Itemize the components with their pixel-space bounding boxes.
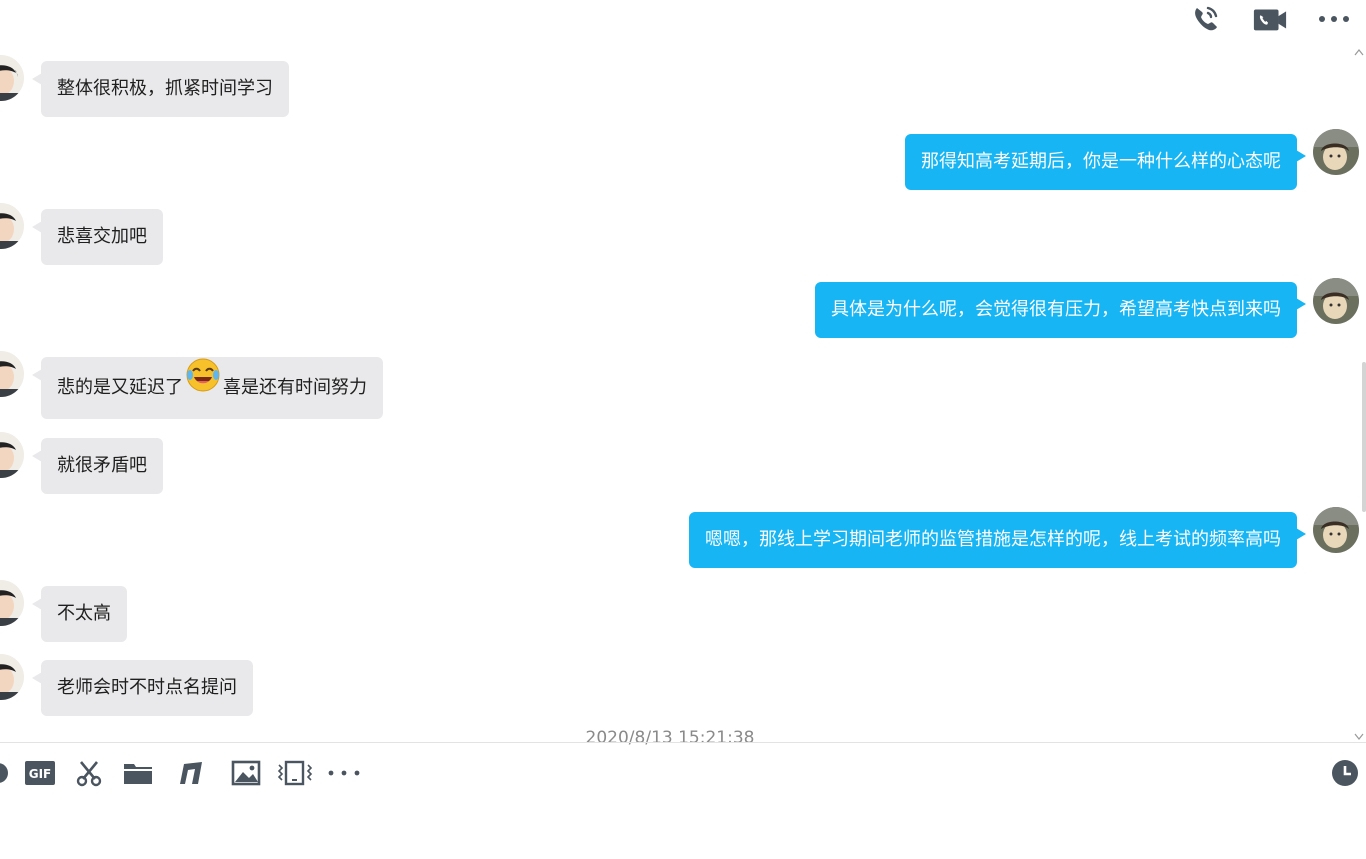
message-text: 就很矛盾吧 xyxy=(57,455,147,476)
message-input[interactable] xyxy=(0,796,1366,859)
emoji-icon[interactable] xyxy=(0,756,10,790)
my-avatar[interactable] xyxy=(1313,507,1359,553)
music-icon[interactable] xyxy=(176,756,206,790)
message-text: 整体很积极，抓紧时间学习 xyxy=(57,78,273,99)
input-divider xyxy=(0,742,1366,743)
scrollbar-thumb[interactable] xyxy=(1362,362,1366,512)
more-icon[interactable] xyxy=(326,756,362,790)
message-text: 具体是为什么呢，会觉得很有压力，希望高考快点到来吗 xyxy=(831,299,1281,320)
message-text: 嗯嗯，那线上学习期间老师的监管措施是怎样的呢，线上考试的频率高吗 xyxy=(705,529,1281,550)
message-text: 悲的是又延迟了 xyxy=(57,377,183,398)
scroll-up-arrow-icon[interactable] xyxy=(1354,44,1364,56)
message-bubble-outgoing[interactable]: 嗯嗯，那线上学习期间老师的监管措施是怎样的呢，线上考试的频率高吗 xyxy=(689,512,1306,568)
message-bubble-outgoing[interactable]: 那得知高考延期后，你是一种什么样的心态呢 xyxy=(905,134,1306,190)
scissors-icon[interactable] xyxy=(74,756,104,790)
contact-avatar[interactable] xyxy=(0,432,24,478)
message-timestamp: 2020/8/13 15:21:38 xyxy=(585,728,755,748)
folder-icon[interactable] xyxy=(122,756,154,790)
contact-avatar[interactable] xyxy=(0,654,24,700)
composer-toolbar: GIF xyxy=(0,750,1366,796)
my-avatar[interactable] xyxy=(1313,129,1359,175)
message-bubble-incoming[interactable]: 悲喜交加吧 xyxy=(32,209,163,265)
message-text: 老师会时不时点名提问 xyxy=(57,677,237,698)
more-icon[interactable] xyxy=(1316,2,1352,36)
message-bubble-incoming[interactable]: 老师会时不时点名提问 xyxy=(32,660,253,716)
phone-call-icon[interactable] xyxy=(1188,2,1224,36)
contact-avatar[interactable] xyxy=(0,55,24,101)
my-avatar[interactable] xyxy=(1313,278,1359,324)
image-icon[interactable] xyxy=(230,756,262,790)
message-bubble-incoming[interactable]: 悲的是又延迟了 喜是还有时间努力 xyxy=(32,357,383,419)
message-bubble-incoming[interactable]: 就很矛盾吧 xyxy=(32,438,163,494)
history-icon[interactable] xyxy=(1330,756,1360,790)
contact-avatar[interactable] xyxy=(0,351,24,397)
message-text: 喜是还有时间努力 xyxy=(223,377,367,398)
message-text: 悲喜交加吧 xyxy=(57,226,147,247)
message-bubble-incoming[interactable]: 不太高 xyxy=(32,586,127,642)
message-bubble-incoming[interactable]: 整体很积极，抓紧时间学习 xyxy=(32,61,289,117)
video-call-icon[interactable] xyxy=(1252,2,1288,36)
shake-icon[interactable] xyxy=(276,756,314,790)
header-actions xyxy=(0,0,1366,40)
chat-history: 整体很积极，抓紧时间学习 那得知高考延期后，你是一种什么样的心态呢 悲喜交加吧 … xyxy=(0,40,1366,742)
contact-avatar[interactable] xyxy=(0,203,24,249)
message-text: 不太高 xyxy=(57,603,111,624)
contact-avatar[interactable] xyxy=(0,580,24,626)
gif-label: GIF xyxy=(29,767,52,781)
laughing-tears-emoji xyxy=(185,357,221,419)
scroll-down-arrow-icon[interactable] xyxy=(1354,726,1364,740)
message-bubble-outgoing[interactable]: 具体是为什么呢，会觉得很有压力，希望高考快点到来吗 xyxy=(815,282,1306,338)
message-text: 那得知高考延期后，你是一种什么样的心态呢 xyxy=(921,151,1281,172)
gif-icon[interactable]: GIF xyxy=(24,756,56,790)
